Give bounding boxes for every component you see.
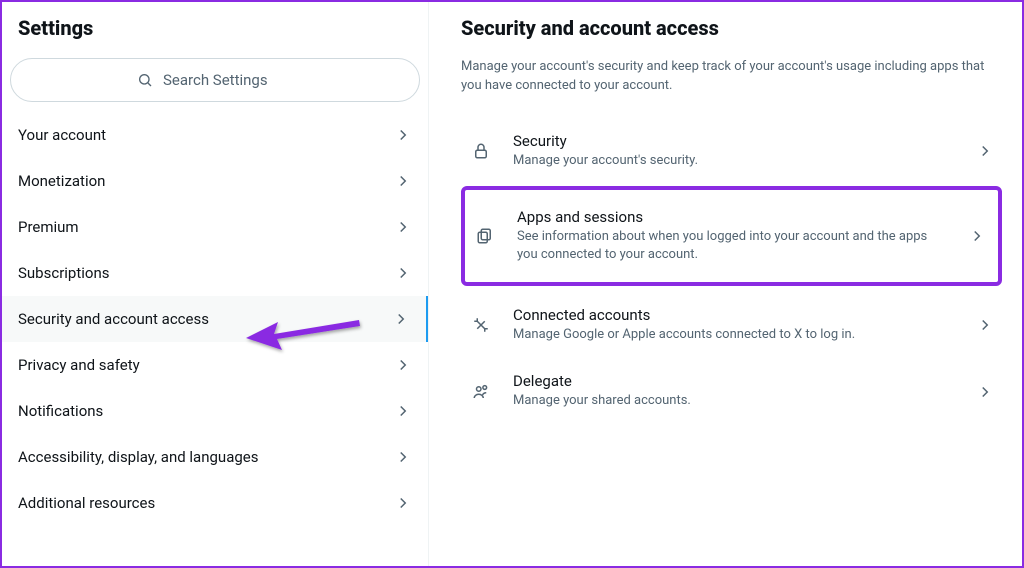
chevron-right-icon <box>394 494 412 512</box>
main-intro: Manage your account's security and keep … <box>461 58 1002 96</box>
option-apps-and-sessions[interactable]: Apps and sessions See information about w… <box>465 194 994 278</box>
option-text: Security Manage your account's security. <box>513 132 956 170</box>
sidebar-nav: Your account Monetization Premium Subscript… <box>2 112 428 526</box>
option-icon <box>473 227 497 245</box>
main-heading: Security and account access <box>461 16 1002 40</box>
sidebar-item-your-account[interactable]: Your account <box>2 112 428 158</box>
sidebar-item-premium[interactable]: Premium <box>2 204 428 250</box>
chevron-right-icon <box>976 142 994 160</box>
chevron-right-icon <box>392 310 410 328</box>
sidebar-item-monetization[interactable]: Monetization <box>2 158 428 204</box>
option-icon <box>469 142 493 160</box>
search-icon <box>137 72 153 88</box>
chevron-right-icon <box>394 218 412 236</box>
option-desc: Manage your shared accounts. <box>513 392 956 410</box>
options-list: Security Manage your account's security. A… <box>461 118 1002 425</box>
option-desc: Manage your account's security. <box>513 152 956 170</box>
sidebar-item-label: Your account <box>18 126 106 144</box>
highlight-annotation: Apps and sessions See information about w… <box>461 186 1002 286</box>
main-panel: Security and account access Manage your … <box>429 2 1022 566</box>
option-text: Delegate Manage your shared accounts. <box>513 372 956 410</box>
option-text: Apps and sessions See information about w… <box>517 208 948 264</box>
sidebar-item-notifications[interactable]: Notifications <box>2 388 428 434</box>
sidebar-item-additional-resources[interactable]: Additional resources <box>2 480 428 526</box>
option-text: Connected accounts Manage Google or Apple… <box>513 306 956 344</box>
sidebar-item-label: Additional resources <box>18 494 155 512</box>
option-title: Delegate <box>513 372 956 390</box>
option-desc: See information about when you logged in… <box>517 228 948 264</box>
option-title: Apps and sessions <box>517 208 948 226</box>
sidebar-item-label: Accessibility, display, and languages <box>18 448 258 466</box>
chevron-right-icon <box>976 316 994 334</box>
option-icon <box>469 316 493 334</box>
chevron-right-icon <box>394 402 412 420</box>
chevron-right-icon <box>976 383 994 401</box>
sidebar-item-label: Privacy and safety <box>18 356 140 374</box>
sidebar-item-privacy-and-safety[interactable]: Privacy and safety <box>2 342 428 388</box>
chevron-right-icon <box>394 126 412 144</box>
sidebar-item-label: Notifications <box>18 402 103 420</box>
settings-sidebar: Settings Your account Monetization Premium… <box>2 2 429 566</box>
search-wrap <box>2 58 428 112</box>
sidebar-item-accessibility-display-and-languages[interactable]: Accessibility, display, and languages <box>2 434 428 480</box>
option-connected-accounts[interactable]: Connected accounts Manage Google or Apple… <box>461 292 1002 358</box>
sidebar-item-label: Monetization <box>18 172 105 190</box>
sidebar-item-label: Security and account access <box>18 310 209 328</box>
sidebar-item-subscriptions[interactable]: Subscriptions <box>2 250 428 296</box>
sidebar-item-label: Subscriptions <box>18 264 109 282</box>
chevron-right-icon <box>968 227 986 245</box>
sidebar-item-label: Premium <box>18 218 79 236</box>
search-input-container[interactable] <box>10 58 420 102</box>
search-input[interactable] <box>163 71 293 89</box>
option-desc: Manage Google or Apple accounts connecte… <box>513 326 956 344</box>
option-icon <box>469 383 493 401</box>
chevron-right-icon <box>394 264 412 282</box>
chevron-right-icon <box>394 356 412 374</box>
chevron-right-icon <box>394 172 412 190</box>
option-security[interactable]: Security Manage your account's security. <box>461 118 1002 184</box>
chevron-right-icon <box>394 448 412 466</box>
option-delegate[interactable]: Delegate Manage your shared accounts. <box>461 358 1002 424</box>
settings-title: Settings <box>2 2 428 58</box>
option-title: Security <box>513 132 956 150</box>
option-title: Connected accounts <box>513 306 956 324</box>
sidebar-item-security-and-account-access[interactable]: Security and account access <box>2 296 428 342</box>
